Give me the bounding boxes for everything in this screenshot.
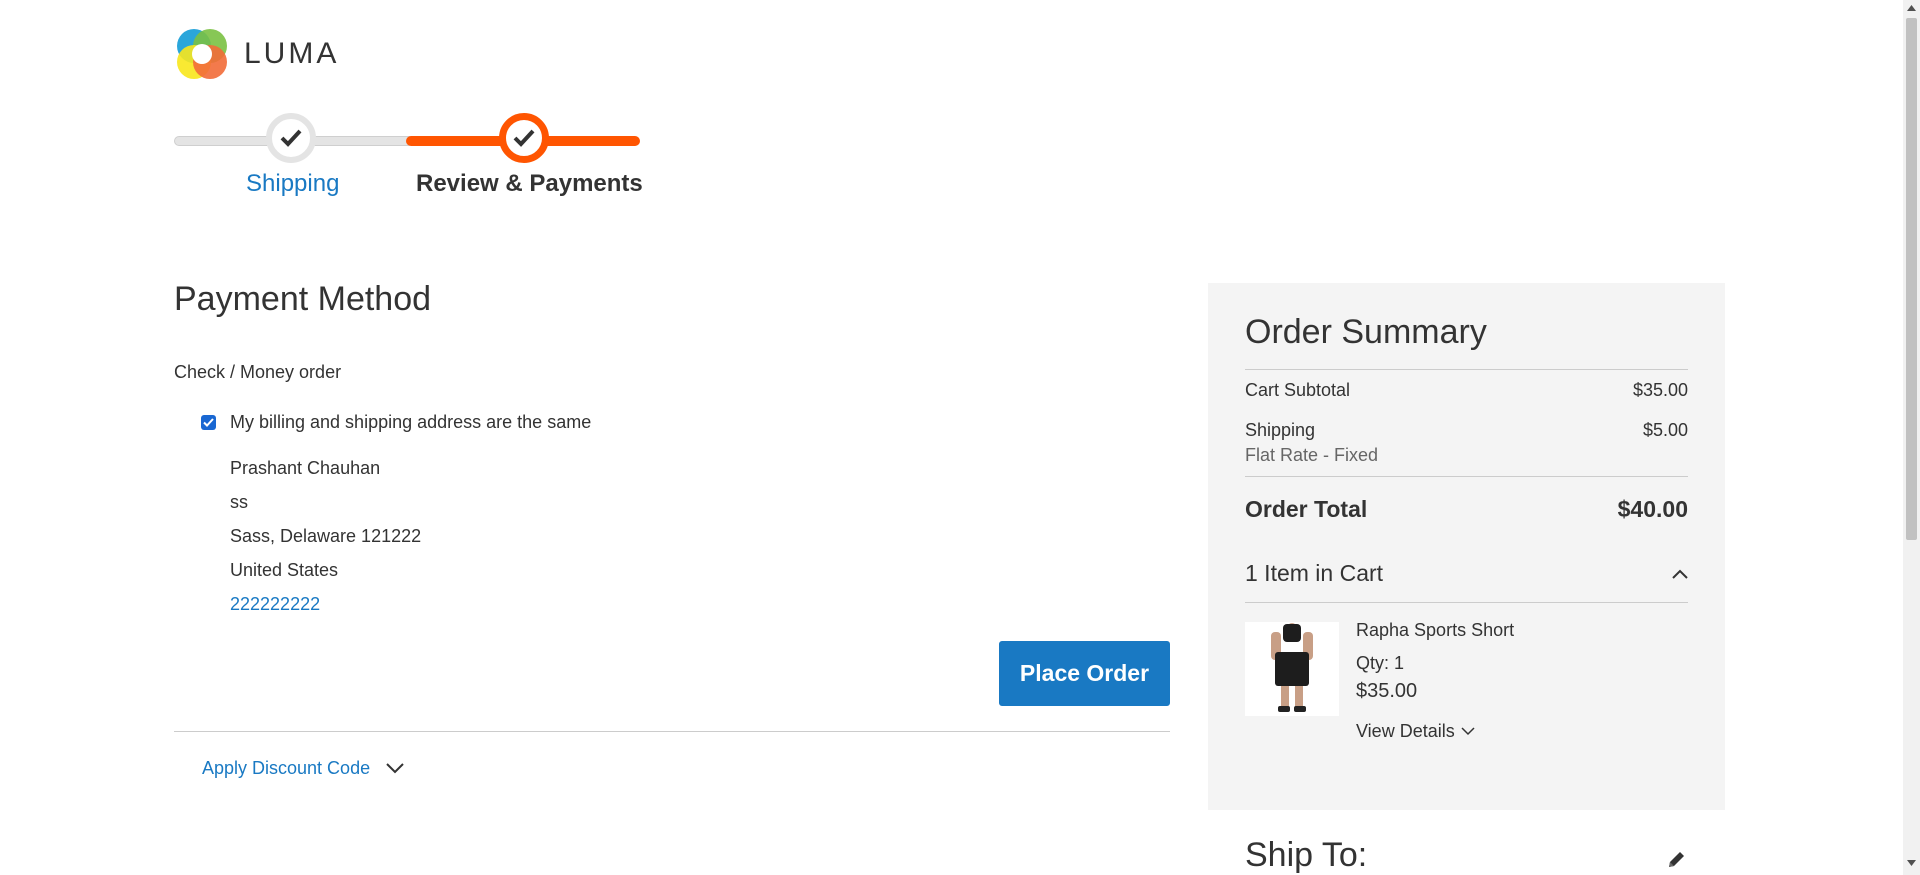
product-price: $35.00 bbox=[1356, 680, 1418, 702]
edit-ship-to-icon[interactable] bbox=[1666, 850, 1686, 875]
checkout-progress-bar: Shipping Review & Payments bbox=[174, 110, 643, 210]
shipping-label: Shipping bbox=[1245, 420, 1316, 440]
product-name: Rapha Sports Short bbox=[1356, 620, 1515, 640]
same-address-label: My billing and shipping address are the … bbox=[230, 412, 592, 432]
view-details-label: View Details bbox=[1356, 721, 1455, 741]
billing-address: Prashant Chauhan ss Sass, Delaware 12122… bbox=[230, 451, 421, 621]
luma-logo[interactable]: LUMA bbox=[174, 26, 339, 82]
order-summary: Order Summary Cart Subtotal $35.00 Shipp… bbox=[1208, 283, 1725, 810]
product-thumbnail bbox=[1245, 622, 1339, 716]
logo-text: LUMA bbox=[244, 37, 340, 70]
product-qty: Qty: 1 bbox=[1356, 653, 1405, 673]
address-name: Prashant Chauhan bbox=[230, 458, 381, 478]
order-total-label: Order Total bbox=[1245, 496, 1368, 522]
items-divider bbox=[1245, 602, 1688, 603]
same-address-row[interactable]: My billing and shipping address are the … bbox=[201, 412, 591, 433]
divider bbox=[174, 731, 1170, 732]
address-street: ss bbox=[230, 492, 248, 512]
review-step-check-icon bbox=[499, 113, 549, 163]
items-in-cart-toggle[interactable]: 1 Item in Cart bbox=[1245, 560, 1688, 587]
cart-subtotal-label: Cart Subtotal bbox=[1245, 380, 1351, 400]
order-summary-title: Order Summary bbox=[1245, 313, 1487, 351]
shipping-row: Shipping $5.00 bbox=[1245, 420, 1688, 441]
apply-discount-toggle[interactable]: Apply Discount Code bbox=[202, 758, 404, 779]
shipping-method: Flat Rate - Fixed bbox=[1245, 445, 1379, 465]
view-details-toggle[interactable]: View Details bbox=[1356, 721, 1514, 742]
order-total-value: $40.00 bbox=[1617, 496, 1688, 522]
scroll-down-arrow-icon[interactable] bbox=[1907, 860, 1916, 866]
chevron-up-icon bbox=[1672, 569, 1688, 579]
address-city-line: Sass, Delaware 121222 bbox=[230, 526, 422, 546]
ship-to-title: Ship To: bbox=[1245, 836, 1368, 874]
items-in-cart-label: 1 Item in Cart bbox=[1245, 560, 1384, 586]
same-address-checkbox[interactable] bbox=[201, 415, 216, 430]
summary-divider bbox=[1245, 369, 1688, 370]
cart-subtotal-value: $35.00 bbox=[1632, 380, 1688, 400]
summary-divider bbox=[1245, 476, 1688, 477]
payment-method-title: Payment Method bbox=[174, 280, 432, 318]
luma-logo-icon bbox=[177, 29, 227, 79]
address-phone-link[interactable]: 222222222 bbox=[230, 587, 421, 621]
chevron-down-icon bbox=[386, 763, 404, 774]
scrollbar-thumb[interactable] bbox=[1906, 18, 1917, 540]
apply-discount-label: Apply Discount Code bbox=[202, 758, 371, 778]
place-order-button[interactable]: Place Order bbox=[999, 641, 1170, 706]
shipping-step-check-icon bbox=[266, 113, 316, 163]
product-info: Rapha Sports Short Qty: 1 $35.00 View De… bbox=[1356, 620, 1514, 742]
step-review-payments: Review & Payments bbox=[416, 170, 643, 197]
shipping-value: $5.00 bbox=[1642, 420, 1688, 440]
page-scrollbar[interactable] bbox=[1903, 0, 1920, 875]
cart-subtotal-row: Cart Subtotal $35.00 bbox=[1245, 380, 1688, 401]
order-total-row: Order Total $40.00 bbox=[1245, 496, 1688, 523]
address-country: United States bbox=[230, 560, 339, 580]
step-shipping-link[interactable]: Shipping bbox=[246, 170, 339, 198]
payment-method-label: Check / Money order bbox=[174, 362, 342, 382]
scroll-up-arrow-icon[interactable] bbox=[1907, 5, 1916, 11]
chevron-down-icon bbox=[1461, 727, 1475, 736]
